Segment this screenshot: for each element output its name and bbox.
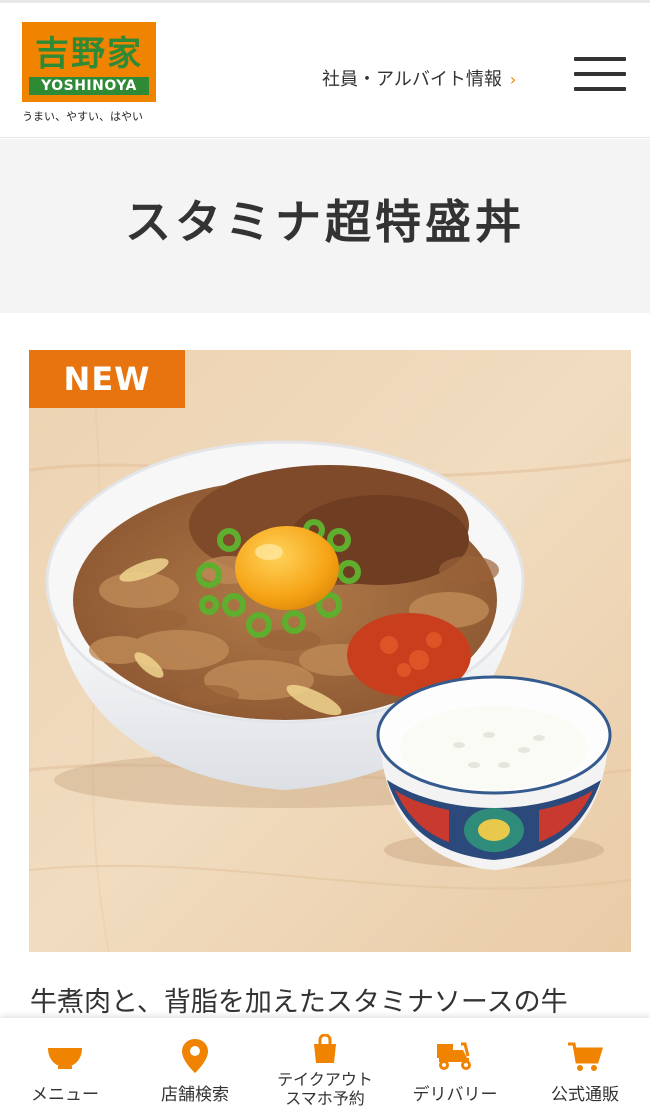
product-image [29, 350, 631, 952]
stamina-bowl-illustration [29, 350, 631, 952]
nav-item-menu[interactable]: メニュー [0, 1018, 130, 1120]
yoshinoya-logo[interactable]: 吉野家 YOSHINOYA うまい、やすい、はやい [22, 22, 156, 124]
delivery-scooter-icon [435, 1040, 475, 1076]
new-badge: NEW [29, 350, 185, 408]
hamburger-menu-button[interactable] [574, 57, 626, 93]
bowl-icon [46, 1040, 84, 1074]
site-header: 吉野家 YOSHINOYA うまい、やすい、はやい 社員・アルバイト情報 › [0, 0, 650, 138]
recruit-info-label: 社員・アルバイト情報 [322, 69, 502, 90]
product-description: 牛煮肉と、背脂を加えたスタミナソースの牛 [30, 987, 568, 1018]
takeout-bag-icon [311, 1033, 339, 1068]
nav-item-takeout[interactable]: テイクアウト スマホ予約 [260, 1018, 390, 1120]
chevron-right-icon: › [509, 70, 517, 89]
logo-badge: 吉野家 YOSHINOYA [22, 22, 156, 102]
nav-label-delivery: デリバリー [412, 1085, 498, 1105]
nav-label-takeout: テイクアウト スマホ予約 [260, 1070, 390, 1108]
nav-item-delivery[interactable]: デリバリー [390, 1018, 520, 1120]
nav-label-store-search: 店舗検索 [161, 1085, 229, 1105]
nav-item-store-search[interactable]: 店舗検索 [130, 1018, 260, 1120]
nav-label-takeout-line1: テイクアウト [277, 1070, 373, 1089]
logo-brand-name: YOSHINOYA [29, 77, 149, 95]
logo-tagline: うまい、やすい、はやい [22, 110, 143, 123]
map-pin-icon [181, 1038, 209, 1078]
nav-item-online-shop[interactable]: 公式通販 [520, 1018, 650, 1120]
nav-label-online-shop: 公式通販 [551, 1085, 619, 1105]
recruit-info-link[interactable]: 社員・アルバイト情報 › [322, 65, 516, 91]
hamburger-icon-bar [574, 87, 626, 91]
logo-kanji: 吉野家 [35, 33, 143, 74]
hamburger-icon-bar [574, 72, 626, 76]
nav-label-menu: メニュー [31, 1085, 99, 1105]
bottom-navigation: メニュー 店舗検索 テイクアウト スマホ予約 デリバリー 公式通販 [0, 1018, 650, 1120]
nav-label-takeout-line2: スマホ予約 [285, 1089, 365, 1108]
page-title: スタミナ超特盛丼 [125, 195, 525, 249]
hamburger-icon-bar [574, 57, 626, 61]
shopping-cart-icon [567, 1042, 604, 1076]
